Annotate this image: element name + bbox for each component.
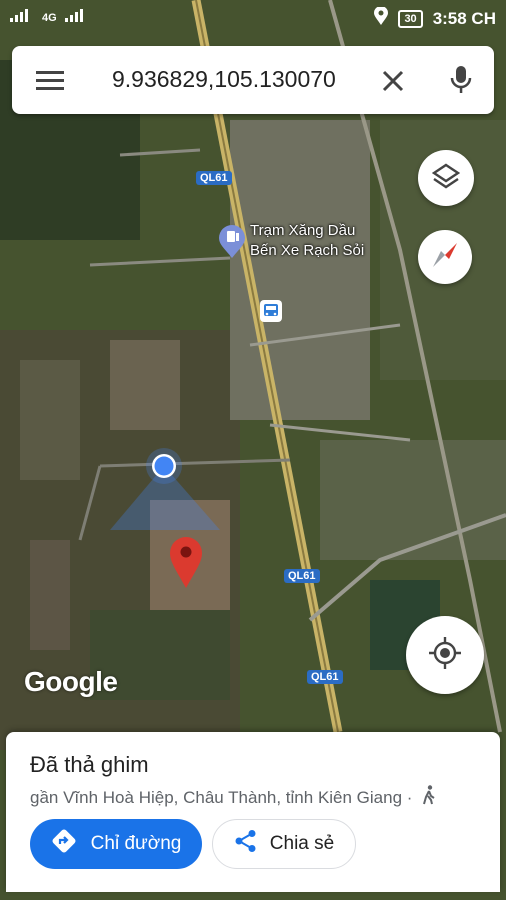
search-input[interactable]: 9.936829,105.130070: [112, 66, 336, 93]
share-label: Chia sẻ: [269, 833, 335, 854]
search-bar[interactable]: 9.936829,105.130070: [12, 46, 494, 114]
my-location-button[interactable]: [406, 616, 484, 694]
clock: 3:58 CH: [432, 8, 496, 28]
sheet-title: Đã thả ghim: [30, 752, 149, 777]
network-type: 4G: [42, 11, 57, 24]
layers-button[interactable]: [418, 150, 474, 206]
road-label: QL61: [196, 171, 232, 185]
close-icon[interactable]: [378, 66, 408, 96]
directions-icon: [51, 828, 77, 860]
layers-icon: [431, 162, 461, 195]
road-label: QL61: [307, 670, 343, 684]
signal-icon: [10, 8, 34, 27]
address-text: gần Vĩnh Hoà Hiệp, Châu Thành, tỉnh Kiên…: [30, 787, 413, 807]
directions-button[interactable]: Chỉ đường: [30, 819, 202, 869]
my-location-icon: [428, 636, 462, 675]
battery-icon: 30: [398, 9, 423, 28]
mic-icon[interactable]: [446, 64, 476, 96]
menu-icon[interactable]: [34, 66, 66, 94]
sheet-subtitle: gần Vĩnh Hoà Hiệp, Châu Thành, tỉnh Kiên…: [30, 785, 436, 810]
share-icon: [234, 829, 258, 859]
road-label: QL61: [284, 569, 320, 583]
compass-icon: [430, 240, 460, 275]
place-name-line1: Trạm Xăng Dầu: [250, 222, 356, 239]
location-status-icon: [374, 6, 389, 30]
google-logo: Google: [24, 666, 118, 697]
place-label[interactable]: Trạm Xăng Dầu Bến Xe Rạch Sỏi: [250, 221, 364, 261]
place-name-line2: Bến Xe Rạch Sỏi: [250, 242, 365, 259]
directions-label: Chỉ đường: [90, 833, 182, 854]
compass-button[interactable]: [418, 230, 472, 284]
bus-stop-icon[interactable]: [260, 300, 282, 322]
place-sheet[interactable]: Đã thả ghim gần Vĩnh Hoà Hiệp, Châu Thàn…: [6, 732, 500, 892]
signal-icon: [64, 8, 89, 27]
status-bar: 4G 30 3:58 CH: [0, 0, 506, 36]
share-button[interactable]: Chia sẻ: [212, 819, 356, 869]
walk-icon: [422, 785, 436, 810]
